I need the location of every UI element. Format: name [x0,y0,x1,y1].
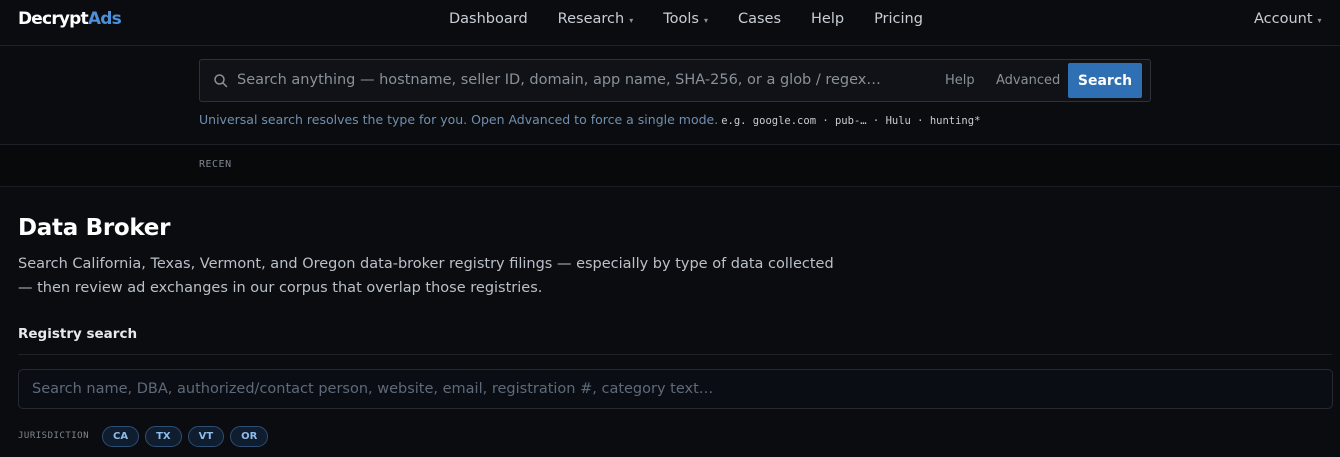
logo[interactable]: DecryptAds [18,9,122,29]
nav-item-label: Tools [663,11,699,27]
nav-item-label: Research [557,11,625,27]
jurisdiction-chip-ca[interactable]: CA [102,426,140,447]
universal-search-band: Search anything — hostname, seller ID, d… [0,46,1340,145]
universal-search-input[interactable]: Search anything — hostname, seller ID, d… [237,72,881,88]
universal-search-box: Search anything — hostname, seller ID, d… [199,59,1151,102]
search-icon [213,73,229,89]
nav-item-help[interactable]: Help [811,11,844,27]
nav-item-label: Pricing [874,11,923,27]
recent-label: RECEN [199,159,232,170]
registry-search-placeholder: Search name, DBA, authorized/contact per… [32,381,714,397]
search-help-link[interactable]: Help [945,73,975,88]
logo-text-main: Decrypt [18,9,89,29]
nav-item-dashboard[interactable]: Dashboard [449,11,528,27]
logo-text-accent: Ads [87,9,122,29]
nav-item-pricing[interactable]: Pricing [874,11,923,27]
nav-item-label: Help [811,11,845,27]
jurisdiction-chip-or[interactable]: OR [230,426,269,447]
search-hint: Universal search resolves the type for y… [199,112,980,127]
nav-item-label: Dashboard [449,11,528,27]
top-nav: DecryptAds Dashboard Research ▾ Tools ▾ Ca… [0,0,1340,46]
section-divider [18,354,1332,355]
recent-strip: RECEN [0,145,1340,187]
section-title-registry-search: Registry search [18,326,138,342]
search-button[interactable]: Search [1068,63,1142,98]
search-examples: e.g. google.com · pub-… · Hulu · hunting… [721,115,981,127]
page-title: Data Broker [18,215,171,241]
chevron-down-icon: ▾ [1317,15,1322,25]
search-hint-text: Universal search resolves the type for y… [199,112,719,127]
nav-item-cases[interactable]: Cases [738,11,781,27]
search-advanced-link[interactable]: Advanced [996,73,1060,88]
registry-search-input[interactable]: Search name, DBA, authorized/contact per… [18,369,1333,409]
jurisdiction-chip-tx[interactable]: TX [145,426,182,447]
chevron-down-icon: ▾ [703,15,708,25]
account-menu[interactable]: Account ▾ [1254,11,1322,27]
page-description: Search California, Texas, Vermont, and O… [18,256,834,296]
nav-item-tools[interactable]: Tools ▾ [663,11,708,27]
jurisdiction-chips: CA TX VT OR [102,426,269,447]
nav-item-label: Cases [737,11,781,27]
nav-item-research[interactable]: Research ▾ [558,11,634,27]
chevron-down-icon: ▾ [629,15,634,25]
jurisdiction-label: JURISDICTION [18,431,90,441]
account-label: Account [1254,11,1313,27]
jurisdiction-chip-vt[interactable]: VT [187,426,225,447]
nav-links: Dashboard Research ▾ Tools ▾ Cases Help Pr… [449,11,953,27]
